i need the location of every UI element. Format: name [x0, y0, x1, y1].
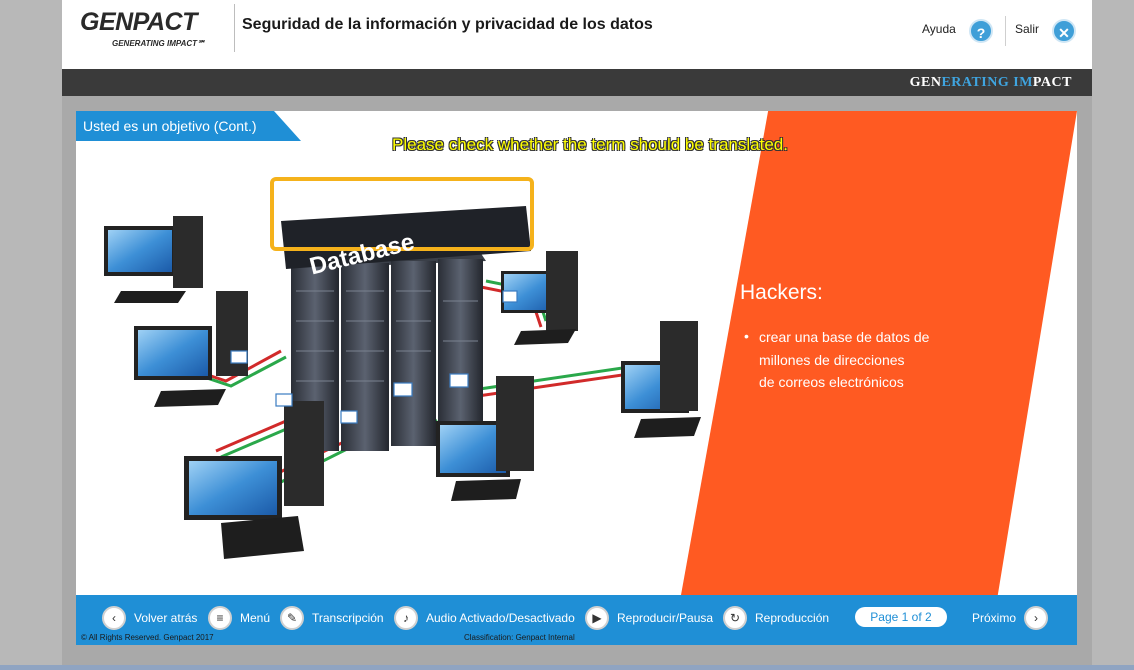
- play-icon: ▶: [585, 606, 609, 630]
- transcript-icon: ✎: [280, 606, 304, 630]
- back-label: Volver atrás: [134, 611, 198, 625]
- taskbar-strip: [0, 665, 1134, 670]
- genpact-logo: GENPACT GENERATING IMPACT℠: [80, 8, 230, 58]
- exit-label[interactable]: Salir: [1015, 22, 1039, 36]
- brand-part-2: ERATING: [941, 75, 1014, 90]
- network-illustration: Database: [104, 177, 701, 559]
- slide-title-tab: Usted es un objetivo (Cont.): [76, 111, 301, 141]
- logo-tagline: GENERATING IMPACT℠: [112, 39, 206, 48]
- slide-stage: Database Usted es un objetivo (Cont.) Pl…: [62, 96, 1092, 665]
- audio-toggle-button[interactable]: ♪ Audio Activado/Desactivado: [394, 605, 575, 631]
- help-label[interactable]: Ayuda: [922, 22, 956, 36]
- page-indicator: Page 1 of 2: [855, 607, 947, 627]
- translation-notice: Please check whether the term should be …: [392, 135, 788, 154]
- bullet-line: crear una base de datos de: [759, 329, 930, 345]
- computer-mid-right: [621, 321, 701, 438]
- bullet-line: millones de direcciones: [759, 351, 905, 368]
- computer-mid-left: [134, 291, 248, 407]
- copyright: © All Rights Reserved. Genpact 2017: [81, 633, 214, 642]
- transcript-label: Transcripción: [312, 611, 384, 625]
- header-divider: [234, 4, 235, 52]
- play-label: Reproducir/Pausa: [617, 611, 714, 625]
- brand-part-1: GEN: [909, 75, 942, 90]
- hackers-heading: Hackers:: [740, 281, 823, 304]
- next-button[interactable]: Próximo ›: [972, 605, 1049, 631]
- brand-band: GENERATING IMPACT: [62, 69, 1092, 96]
- brand-part-4: PACT: [1032, 75, 1072, 90]
- classification: Classification: Genpact Internal: [464, 633, 575, 642]
- help-icon[interactable]: ?: [969, 19, 993, 43]
- play-pause-button[interactable]: ▶ Reproducir/Pausa: [585, 605, 713, 631]
- logo-wordmark: GENPACT: [80, 8, 197, 36]
- bullet-marker: •: [744, 328, 749, 344]
- brand-tagline: GENERATING IMPACT: [910, 75, 1072, 91]
- replay-icon: ↻: [723, 606, 747, 630]
- menu-label: Menú: [240, 611, 271, 625]
- slide: Database Usted es un objetivo (Cont.) Pl…: [76, 111, 1077, 595]
- computer-top-left: [104, 216, 203, 303]
- menu-button[interactable]: ≡ Menú: [208, 605, 270, 631]
- microphone-icon: ♪: [394, 606, 418, 630]
- audio-label: Audio Activado/Desactivado: [426, 611, 575, 625]
- chevron-right-icon: ›: [1024, 606, 1049, 630]
- replay-label: Reproducción: [755, 611, 830, 625]
- header-divider-secondary: [1005, 16, 1006, 46]
- course-title: Seguridad de la información y privacidad…: [242, 16, 653, 33]
- navigation-bar: ‹ Volver atrás ≡ Menú ✎ Transcripción ♪ …: [76, 595, 1077, 645]
- chevron-left-icon: ‹: [102, 606, 126, 630]
- slide-title: Usted es un objetivo (Cont.): [83, 118, 257, 134]
- menu-icon: ≡: [208, 606, 232, 630]
- replay-button[interactable]: ↻ Reproducción: [723, 605, 829, 631]
- header: GENPACT GENERATING IMPACT℠ Seguridad de …: [62, 0, 1092, 69]
- brand-part-3: IM: [1013, 75, 1033, 90]
- computer-bottom-left: [184, 401, 324, 559]
- next-label: Próximo: [972, 611, 1017, 625]
- course-window: GENPACT GENERATING IMPACT℠ Seguridad de …: [62, 0, 1092, 665]
- close-icon[interactable]: ✕: [1052, 19, 1076, 43]
- hackers-bullet-text: crear una base de datos de millones de d…: [759, 326, 979, 394]
- bullet-line: de correos electrónicos: [759, 374, 904, 390]
- back-button[interactable]: ‹ Volver atrás: [102, 605, 197, 631]
- transcript-button[interactable]: ✎ Transcripción: [280, 605, 384, 631]
